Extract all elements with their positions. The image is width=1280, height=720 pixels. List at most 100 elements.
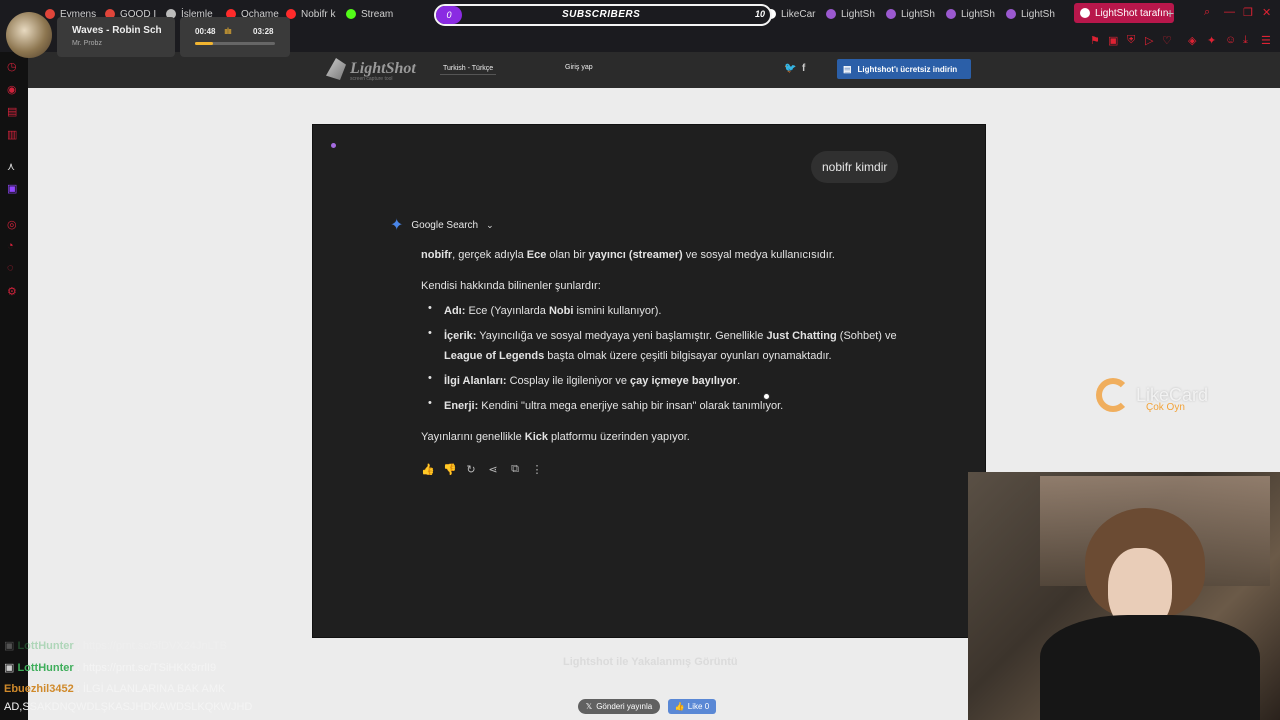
chat-message: AD,SSAKDNQWDLŞKASJHDKAWDSLKQKWJHD (4, 701, 253, 713)
kick-icon[interactable]: ⋏ (7, 160, 15, 173)
list-item: İçerik: Yayıncılığa ve sosyal medyaya ye… (444, 330, 897, 362)
messenger-icon[interactable]: ◉ (7, 83, 17, 96)
search-icon[interactable]: ⌕ (1204, 6, 1210, 19)
list-item: Enerji: Kendini "ultra mega enerjiye sah… (444, 400, 784, 412)
tab-favicon-icon (346, 9, 356, 19)
subscribers-count: 10 (755, 9, 766, 19)
thumbs-up-icon[interactable]: 👍 (421, 463, 435, 476)
snapshot-icon[interactable]: ▣ (1108, 34, 1118, 47)
tab-label: LightSh (841, 8, 875, 20)
progress-fill (195, 42, 214, 45)
chat-message: ▣ LottHunter : https://prnt.sc/TSiHKK9rr… (4, 662, 217, 674)
language-select[interactable]: Turkish - Türkçe (440, 63, 497, 75)
player-icon[interactable]: ◎ (7, 218, 17, 231)
tab-label: LightSh (1021, 8, 1055, 20)
tweet-button[interactable]: 𝕏 Gönderi yayınla (578, 699, 660, 714)
download-app-icon: ▤ (843, 63, 852, 74)
source-selector[interactable]: ✦ Google Search ⌄ (390, 215, 494, 235)
download-icon[interactable]: ⤓ (1243, 34, 1248, 47)
chevron-down-icon: ⌄ (486, 219, 494, 230)
more-options-icon[interactable]: ⋮ (531, 463, 543, 476)
chat-message: ▣ LottHunter : https://prnt.sc/5fDVX24Jn… (4, 640, 227, 652)
status-dot (331, 143, 336, 148)
subscribers-label: SUBSCRIBERS (562, 9, 641, 20)
subscribers-badge: 0 (436, 6, 462, 24)
bullet-dot: • (428, 327, 432, 339)
login-link[interactable]: Giriş yap (565, 64, 593, 71)
lightshot-header (28, 52, 1280, 88)
account-icon[interactable]: ☺ (1225, 34, 1236, 46)
x-icon: 𝕏 (585, 702, 593, 711)
tab-label: LightSh (901, 8, 935, 20)
image-caption: Lightshot ile Yakalanmış Görüntü (563, 656, 738, 668)
response-actions: 👍 👎 ↻ ⋖ ⧉ ⋮ (421, 463, 543, 476)
wallet-icon[interactable]: ◈ (1188, 34, 1196, 47)
extensions-icon[interactable]: ✦ (1207, 34, 1216, 47)
browser-tab[interactable]: Nobifr k (286, 4, 342, 24)
browser-tab[interactable]: Stream (346, 4, 402, 24)
browser-tab[interactable]: LightSh (886, 4, 942, 24)
facebook-icon[interactable]: f (802, 63, 805, 74)
bubble-icon[interactable]: ◌ (7, 262, 14, 274)
minimize-icon[interactable]: — (1224, 6, 1235, 18)
bullet-dot: • (428, 302, 432, 314)
tab-favicon-icon (946, 9, 956, 19)
maximize-icon[interactable]: ❐ (1243, 6, 1253, 19)
bullet-dot: • (428, 397, 432, 409)
history-icon[interactable]: ◷ (7, 60, 17, 73)
list-item: Adı: Ece (Yayınlarda Nobi ismini kullanı… (444, 305, 662, 317)
chat-message: Ebuezhil3452 : İLGİ ALANLARINA BAK AMK (4, 683, 226, 695)
webcam-body (1040, 615, 1260, 720)
clock-icon[interactable]: ◔ (7, 240, 14, 252)
song-title: Waves - Robin Sch (72, 25, 162, 36)
heart-icon[interactable]: ♡ (1162, 34, 1172, 47)
share-icon[interactable]: ⋖ (487, 463, 499, 476)
likecard-mark-icon (1096, 378, 1130, 412)
browser-tab[interactable]: LightSh (946, 4, 1002, 24)
browser-tab[interactable]: LikeCar (766, 4, 822, 24)
active-tab-label: LightShot tarafın (1095, 7, 1169, 19)
time-total: 03:28 (253, 27, 274, 36)
menu-icon[interactable]: ☰ (1261, 34, 1271, 47)
copy-icon[interactable]: ⧉ (509, 463, 521, 476)
play-icon[interactable]: ▷ (1145, 34, 1153, 47)
gemini-spark-icon: ✦ (390, 217, 404, 234)
answer-paragraph-2: Kendisi hakkında bilinenler şunlardır: (421, 280, 601, 292)
settings-icon[interactable]: ⚙ (7, 285, 17, 298)
tab-label: Stream (361, 8, 394, 20)
browser-tab[interactable]: LightSh (1006, 4, 1062, 24)
browser-tab[interactable]: LightSh (826, 4, 882, 24)
time-elapsed: 00:48 (195, 27, 216, 36)
thumbs-down-icon[interactable]: 👎 (443, 463, 457, 476)
user-query-bubble: nobifr kimdir (811, 151, 899, 183)
tab-lightshot-active[interactable]: LightShot tarafın (1074, 3, 1175, 23)
tab-favicon-icon (1006, 9, 1016, 19)
bookmark-icon[interactable]: ⚑ (1090, 34, 1100, 47)
music-widget (57, 17, 175, 57)
mouse-cursor (763, 393, 770, 400)
source-label: Google Search (411, 219, 479, 231)
download-button[interactable]: ▤ Lightshot'ı ücretsiz indirin (837, 59, 971, 79)
bullet-dot: • (428, 372, 432, 384)
tab-favicon-icon (886, 9, 896, 19)
answer-paragraph-1: nobifr, gerçek adıyla Ece olan bir yayın… (421, 249, 835, 261)
tab-label: LightSh (961, 8, 995, 20)
streamer-avatar (6, 12, 52, 58)
new-tab-button[interactable]: + (1166, 5, 1174, 21)
close-icon[interactable]: ✕ (1262, 6, 1271, 19)
mail-icon[interactable]: ▥ (7, 128, 17, 141)
regenerate-icon[interactable]: ↻ (465, 463, 477, 476)
shield-icon[interactable]: ⛨ (1127, 34, 1135, 47)
tab-favicon-icon (45, 9, 55, 19)
tab-label: LikeCar (781, 8, 816, 20)
twitch-icon[interactable]: ▣ (7, 182, 17, 195)
music-progress-widget (180, 17, 290, 57)
lightshot-tab-icon (1080, 8, 1090, 18)
browser-sidebar (0, 52, 28, 720)
twitter-icon[interactable]: 🐦 (784, 63, 796, 74)
list-item: İlgi Alanları: Cosplay ile ilgileniyor v… (444, 375, 741, 387)
chat-icon[interactable]: ▤ (7, 105, 17, 118)
like-button[interactable]: 👍 Like 0 (668, 699, 716, 714)
feather-icon (326, 58, 346, 80)
download-label: Lightshot'ı ücretsiz indirin (857, 64, 958, 74)
